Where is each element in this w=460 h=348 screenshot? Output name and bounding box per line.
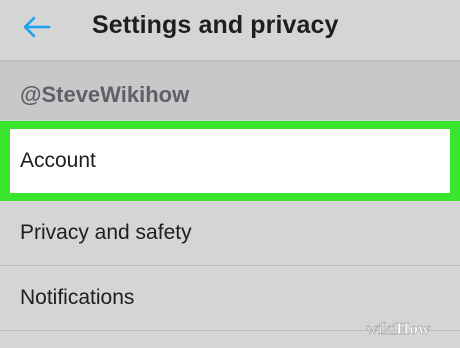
back-button[interactable] — [22, 14, 52, 40]
top-app-bar: Settings and privacy — [0, 0, 460, 60]
wikihow-watermark: wikiHow — [364, 313, 454, 343]
menu-item-label: Account — [20, 149, 96, 172]
svg-text:wikiHow: wikiHow — [366, 319, 431, 338]
menu-item-privacy-and-safety[interactable]: Privacy and safety — [0, 201, 460, 265]
menu-item-label: Notifications — [20, 286, 135, 309]
page-title: Settings and privacy — [92, 11, 339, 39]
menu-item-account[interactable]: Account — [10, 129, 450, 193]
username-label: @SteveWikihow — [20, 82, 190, 107]
menu-item-label: Privacy and safety — [20, 221, 192, 244]
back-arrow-icon — [23, 16, 51, 38]
wikihow-logo: wikiHow — [366, 319, 431, 338]
